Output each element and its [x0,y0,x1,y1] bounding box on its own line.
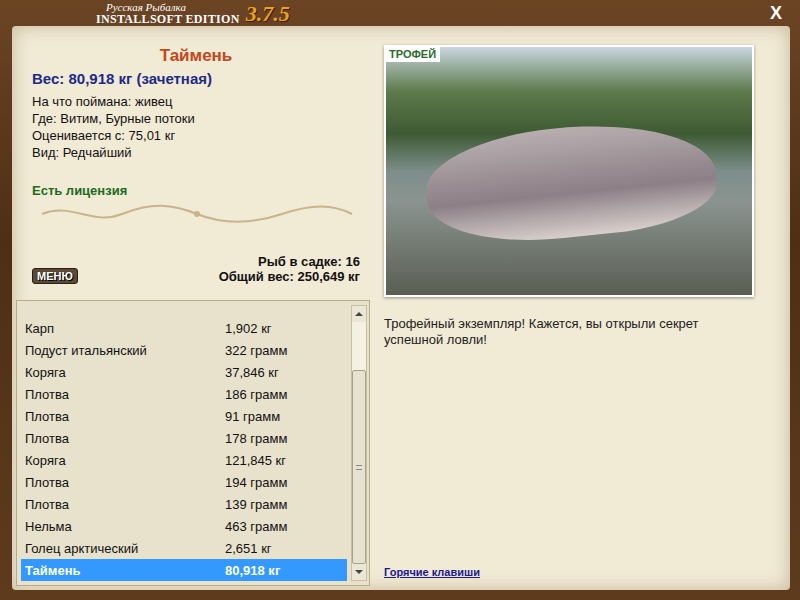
catch-weight: 2,651 кг [225,541,347,556]
catch-weight: 186 грамм [225,387,347,402]
catch-weight: 1,902 кг [225,321,347,336]
scroll-thumb[interactable] [352,370,366,564]
catch-name: Таймень [25,563,225,578]
logo-text: Русская РыбалкаINSTALLSOFT EDITION [96,2,240,25]
fish-detail: Оценивается с: 75,01 кг [32,127,360,144]
hotkeys-link[interactable]: Горячие клавиши [384,566,754,578]
catch-row[interactable]: Голец арктический2,651 кг [21,537,347,559]
catch-weight: 322 грамм [225,343,347,358]
trophy-badge: ТРОФЕЙ [386,47,440,62]
catch-rows: Карп1,902 кгПодуст итальянский322 граммК… [21,305,347,581]
catch-row[interactable]: Плотва186 грамм [21,383,347,405]
menu-button[interactable]: МЕНЮ [32,268,78,284]
scroll-up-icon[interactable] [352,306,366,322]
catch-name: Плотва [25,409,225,424]
catch-list: Карп1,902 кгПодуст итальянский322 граммК… [16,300,370,586]
catch-weight: 91 грамм [225,409,347,424]
catch-row[interactable]: Таймень80,918 кг [21,559,347,581]
catch-name: Карп [25,321,225,336]
catch-row[interactable]: Плотва91 грамм [21,405,347,427]
catch-row[interactable]: Плотва178 грамм [21,427,347,449]
logo-edition: INSTALLSOFT EDITION [96,13,240,25]
catch-row[interactable]: Подуст итальянский322 грамм [21,339,347,361]
keepnet-summary: Рыб в садке: 16Общий вес: 250,649 кг [219,254,360,284]
scroll-track[interactable] [352,322,366,564]
catch-weight: 37,846 кг [225,365,347,380]
fish-info-panel: Таймень Вес: 80,918 кг (зачетная) На что п… [16,32,370,290]
keepnet-total: Общий вес: 250,649 кг [219,269,360,284]
scroll-down-icon[interactable] [352,564,366,580]
fish-photo: ТРОФЕЙ [384,45,754,297]
info-footer: МЕНЮ Рыб в садке: 16Общий вес: 250,649 кг [32,254,360,284]
catch-weight: 463 грамм [225,519,347,534]
fish-silhouette-icon [421,112,721,252]
catch-row[interactable]: Нельма463 грамм [21,515,347,537]
scrollbar[interactable] [351,305,367,581]
catch-row[interactable]: Коряга121,845 кг [21,449,347,471]
catch-name: Коряга [25,453,225,468]
catch-name: Плотва [25,497,225,512]
catch-row[interactable]: Карп1,902 кг [21,317,347,339]
catch-name: Нельма [25,519,225,534]
swirl-ornament-icon [32,202,362,226]
close-button[interactable]: X [766,2,786,24]
fish-detail: Где: Витим, Бурные потоки [32,110,360,127]
fish-name: Таймень [32,46,360,66]
fish-detail: Вид: Редчайший [32,144,360,161]
catch-message: Трофейный экземпляр! Кажется, вы открыли… [384,316,754,348]
fish-info-window: Русская РыбалкаINSTALLSOFT EDITION 3.7.5 X… [0,0,800,600]
title-bar: Русская РыбалкаINSTALLSOFT EDITION 3.7.5 X [12,0,790,26]
catch-name: Плотва [25,431,225,446]
parchment: Таймень Вес: 80,918 кг (зачетная) На что п… [12,26,790,590]
fish-detail: На что поймана: живец [32,93,360,110]
game-logo: Русская РыбалкаINSTALLSOFT EDITION 3.7.5 [96,2,290,25]
logo-title: Русская Рыбалка [96,2,240,13]
catch-weight: 121,845 кг [225,453,347,468]
left-column: Таймень Вес: 80,918 кг (зачетная) На что п… [16,32,370,586]
catch-name: Плотва [25,387,225,402]
catch-name: Голец арктический [25,541,225,556]
catch-weight: 139 грамм [225,497,347,512]
logo-version: 3.7.5 [246,3,290,25]
catch-weight: 194 грамм [225,475,347,490]
catch-row[interactable]: Коряга37,846 кг [21,361,347,383]
catch-weight: 178 грамм [225,431,347,446]
catch-name: Коряга [25,365,225,380]
catch-row[interactable]: Плотва139 грамм [21,493,347,515]
catch-weight: 80,918 кг [225,563,347,578]
catch-name: Плотва [25,475,225,490]
license-status: Есть лицензия [32,183,360,198]
fish-weight: Вес: 80,918 кг (зачетная) [32,70,360,87]
keepnet-count: Рыб в садке: 16 [219,254,360,269]
right-column: ТРОФЕЙ Трофейный экземпляр! Кажется, вы о… [384,32,754,586]
catch-row[interactable]: Плотва194 грамм [21,471,347,493]
catch-name: Подуст итальянский [25,343,225,358]
